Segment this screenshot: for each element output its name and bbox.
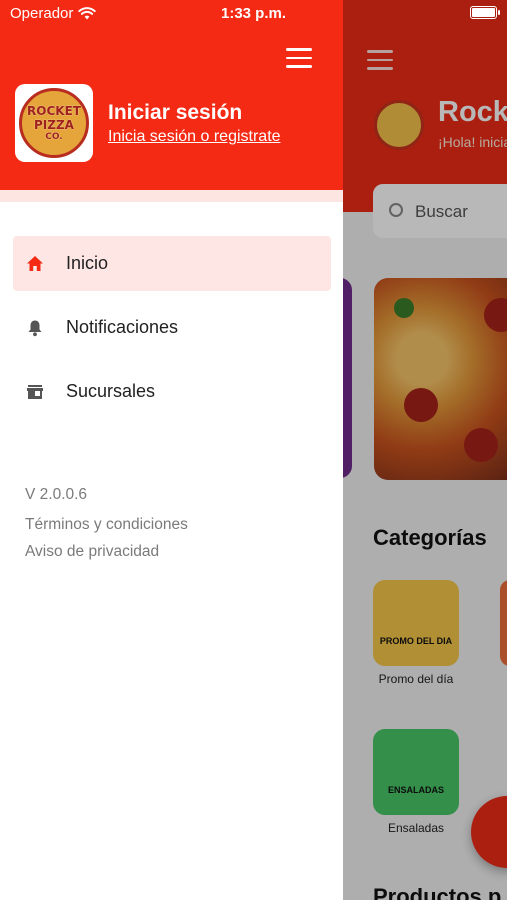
logo-text: ROCKET bbox=[27, 104, 81, 118]
hamburger-menu-icon[interactable] bbox=[286, 48, 312, 70]
drawer-overlay[interactable] bbox=[343, 0, 507, 900]
rocket-pizza-logo: ROCKET PIZZA CO. bbox=[15, 84, 93, 162]
signin-title[interactable]: Iniciar sesión bbox=[108, 101, 242, 125]
terms-link[interactable]: Términos y condiciones bbox=[25, 516, 188, 534]
menu-item-inicio[interactable]: Inicio bbox=[13, 236, 331, 291]
status-time: 1:33 p.m. bbox=[220, 5, 287, 22]
logo-text: CO. bbox=[45, 132, 63, 142]
app-version: V 2.0.0.6 bbox=[25, 486, 88, 503]
menu-item-notificaciones[interactable]: Notificaciones bbox=[13, 300, 331, 355]
battery-icon bbox=[470, 6, 500, 19]
menu-item-label: Notificaciones bbox=[66, 317, 179, 337]
store-icon bbox=[25, 382, 45, 402]
drawer-header: ROCKET PIZZA CO. Iniciar sesión Inicia s… bbox=[0, 0, 343, 190]
menu-item-label: Sucursales bbox=[66, 381, 156, 401]
header-divider bbox=[0, 190, 343, 202]
logo-text: PIZZA bbox=[34, 118, 74, 132]
bell-icon bbox=[25, 318, 45, 338]
home-icon bbox=[25, 254, 45, 274]
background-screen: Rock ¡Hola! inicia Buscar Categorías PRO… bbox=[343, 0, 507, 900]
privacy-link[interactable]: Aviso de privacidad bbox=[25, 543, 159, 561]
signin-register-link[interactable]: Inicia sesión o registrate bbox=[108, 128, 281, 146]
navigation-drawer: ROCKET PIZZA CO. Iniciar sesión Inicia s… bbox=[0, 0, 343, 900]
menu-item-label: Inicio bbox=[66, 253, 109, 273]
menu-item-sucursales[interactable]: Sucursales bbox=[13, 364, 331, 419]
status-bar: Operador 1:33 p.m. bbox=[0, 0, 507, 28]
